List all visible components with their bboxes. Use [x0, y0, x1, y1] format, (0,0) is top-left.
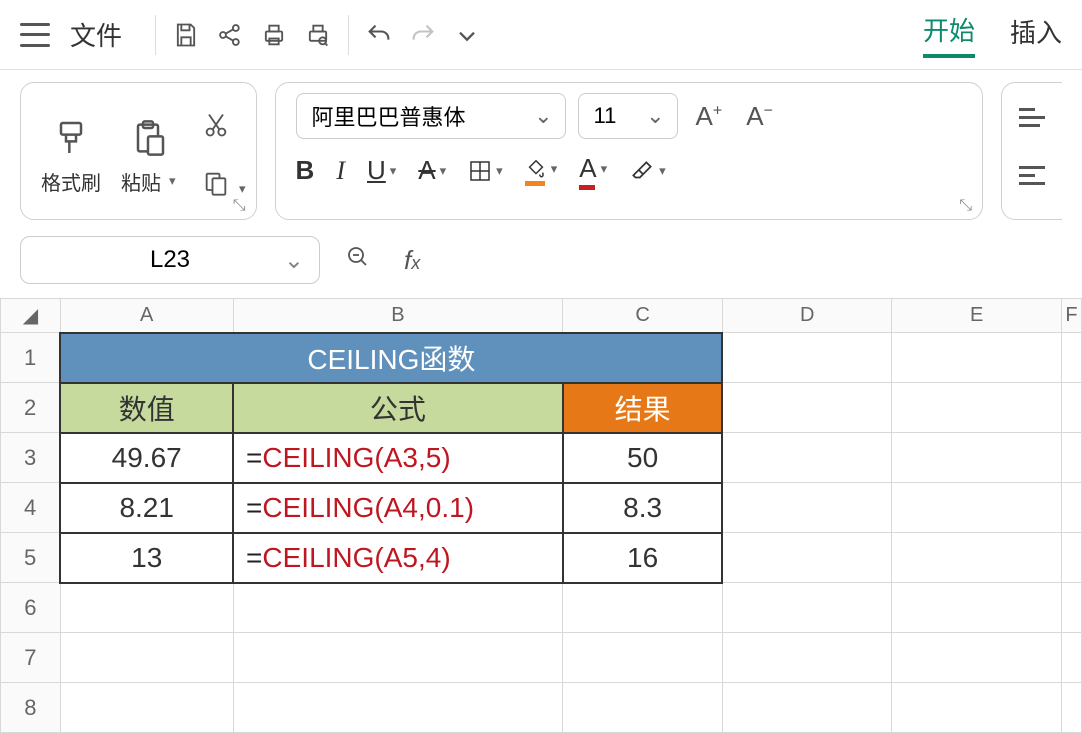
- cell-B3[interactable]: =CEILING(A3,5): [233, 433, 563, 483]
- cell-C3[interactable]: 50: [563, 433, 723, 483]
- col-header-F[interactable]: F: [1061, 299, 1081, 333]
- bold-button[interactable]: B: [296, 155, 315, 186]
- copy-icon[interactable]: ▾: [196, 163, 236, 203]
- cell-B4[interactable]: =CEILING(A4,0.1): [233, 483, 563, 533]
- row-header-6[interactable]: 6: [1, 583, 61, 633]
- border-button[interactable]: ▾: [468, 159, 503, 183]
- row-7: 7: [1, 633, 1082, 683]
- col-header-A[interactable]: A: [60, 299, 233, 333]
- font-color-button[interactable]: A▾: [579, 153, 607, 188]
- align-group: [1001, 82, 1062, 220]
- cell-header-result[interactable]: 结果: [563, 383, 723, 433]
- tab-insert[interactable]: 插入: [1010, 13, 1062, 56]
- cell-header-value[interactable]: 数值: [60, 383, 233, 433]
- name-box[interactable]: L23 ⌄: [20, 236, 320, 284]
- eraser-icon[interactable]: ▾: [629, 158, 666, 184]
- decrease-font-icon[interactable]: A−: [740, 101, 779, 132]
- fill-color-button[interactable]: ▾: [525, 158, 558, 184]
- divider: [155, 15, 156, 55]
- align-left-icon[interactable]: [1012, 155, 1052, 195]
- save-icon[interactable]: [164, 13, 208, 57]
- print-preview-icon[interactable]: [296, 13, 340, 57]
- select-all-corner[interactable]: ◢: [1, 299, 61, 333]
- file-menu[interactable]: 文件: [70, 16, 122, 53]
- paste-icon[interactable]: [123, 113, 173, 163]
- column-header-row: ◢ A B C D E F: [1, 299, 1082, 333]
- row-header-7[interactable]: 7: [1, 633, 61, 683]
- cell-A4[interactable]: 8.21: [60, 483, 233, 533]
- underline-button[interactable]: U▾: [367, 155, 396, 186]
- undo-icon[interactable]: [357, 13, 401, 57]
- format-painter-label[interactable]: 格式刷: [41, 167, 101, 196]
- row-8: 8: [1, 683, 1082, 733]
- row-header-4[interactable]: 4: [1, 483, 61, 533]
- spreadsheet-grid[interactable]: ◢ A B C D E F 1 CEILING函数 2 数值 公式 结果 3 4…: [0, 298, 1082, 733]
- divider: [348, 15, 349, 55]
- row-3: 3 49.67 =CEILING(A3,5) 50: [1, 433, 1082, 483]
- row-1: 1 CEILING函数: [1, 333, 1082, 383]
- strikethrough-button[interactable]: A▾: [418, 155, 446, 186]
- row-4: 4 8.21 =CEILING(A4,0.1) 8.3: [1, 483, 1082, 533]
- row-6: 6: [1, 583, 1082, 633]
- cell-B5[interactable]: =CEILING(A5,4): [233, 533, 563, 583]
- more-dropdown-icon[interactable]: [445, 13, 489, 57]
- cell-title[interactable]: CEILING函数: [60, 333, 722, 383]
- cell-C4[interactable]: 8.3: [563, 483, 723, 533]
- paste-label[interactable]: 粘贴▾: [121, 167, 176, 196]
- redo-icon[interactable]: [401, 13, 445, 57]
- fx-label[interactable]: fx: [404, 245, 420, 276]
- cell-A5[interactable]: 13: [60, 533, 233, 583]
- top-menu-bar: 文件 开始 插入: [0, 0, 1082, 70]
- share-icon[interactable]: [208, 13, 252, 57]
- increase-font-icon[interactable]: A+: [690, 101, 729, 132]
- ribbon: 格式刷 粘贴▾ ▾ ⤡ 阿里巴巴普惠体⌄ 11⌄ A: [0, 70, 1082, 225]
- cell-A3[interactable]: 49.67: [60, 433, 233, 483]
- format-painter-icon[interactable]: [46, 113, 96, 163]
- col-header-E[interactable]: E: [892, 299, 1062, 333]
- row-header-2[interactable]: 2: [1, 383, 61, 433]
- row-header-1[interactable]: 1: [1, 333, 61, 383]
- font-group: 阿里巴巴普惠体⌄ 11⌄ A+ A− B I U▾ A▾ ▾ ▾ A▾: [275, 82, 983, 220]
- row-header-5[interactable]: 5: [1, 533, 61, 583]
- cell-C5[interactable]: 16: [563, 533, 723, 583]
- cell-header-formula[interactable]: 公式: [233, 383, 563, 433]
- row-header-8[interactable]: 8: [1, 683, 61, 733]
- formula-input[interactable]: [438, 236, 1062, 284]
- clipboard-group: 格式刷 粘贴▾ ▾ ⤡: [20, 82, 257, 220]
- tab-start[interactable]: 开始: [923, 11, 975, 58]
- font-expand-icon[interactable]: ⤡: [959, 197, 972, 215]
- row-2: 2 数值 公式 结果: [1, 383, 1082, 433]
- italic-button[interactable]: I: [336, 156, 345, 186]
- col-header-C[interactable]: C: [563, 299, 723, 333]
- col-header-D[interactable]: D: [722, 299, 892, 333]
- formula-bar: L23 ⌄ fx: [0, 230, 1082, 290]
- row-header-3[interactable]: 3: [1, 433, 61, 483]
- font-name-select[interactable]: 阿里巴巴普惠体⌄: [296, 93, 566, 139]
- cut-icon[interactable]: [196, 105, 236, 145]
- align-top-icon[interactable]: [1012, 97, 1052, 137]
- print-icon[interactable]: [252, 13, 296, 57]
- hamburger-icon[interactable]: [20, 23, 50, 47]
- row-5: 5 13 =CEILING(A5,4) 16: [1, 533, 1082, 583]
- col-header-B[interactable]: B: [233, 299, 563, 333]
- clipboard-expand-icon[interactable]: ⤡: [233, 197, 246, 215]
- font-size-select[interactable]: 11⌄: [578, 93, 678, 139]
- zoom-formula-icon[interactable]: [338, 245, 378, 276]
